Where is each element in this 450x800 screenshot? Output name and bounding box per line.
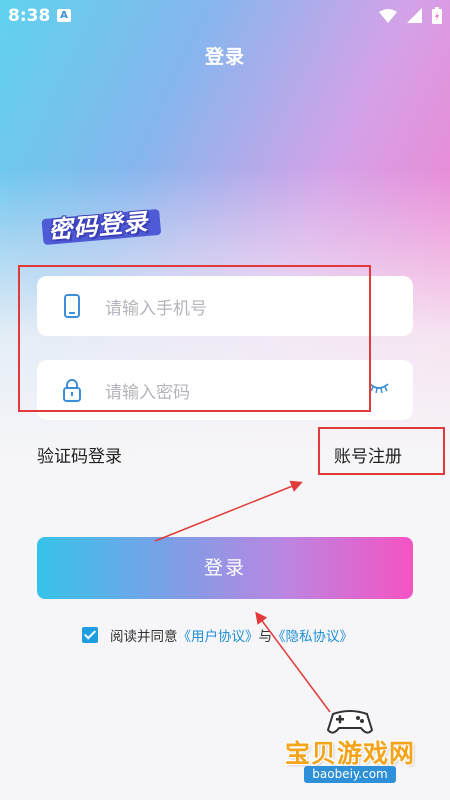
battery-icon [432,7,442,24]
watermark-logo: 宝贝游戏网 baobeiy.com [275,706,425,800]
login-button[interactable]: 登录 [37,537,413,599]
watermark-url: baobeiy.com [304,766,396,783]
page-title: 登录 [204,46,245,68]
notification-icon: A [57,9,71,22]
wifi-icon [379,8,397,23]
status-bar: 8:38 A [0,0,450,32]
status-time: 8:38 [8,6,51,26]
watermark-name: 宝贝游戏网 [284,739,415,768]
privacy-policy-link[interactable]: 《隐私协议》 [272,625,353,645]
agreement-row: 阅读并同意 《用户协议》 与 《隐私协议》 [82,625,353,645]
user-agreement-link[interactable]: 《用户协议》 [178,625,259,645]
annotation-box-register [318,427,445,475]
agreement-prefix: 阅读并同意 [110,629,178,645]
gamepad-icon [326,710,374,734]
agreement-and: 与 [258,629,273,645]
agreement-checkbox[interactable] [82,627,98,643]
eye-closed-icon[interactable] [369,382,389,394]
signal-icon [407,8,422,23]
sms-code-login-link[interactable]: 验证码登录 [37,442,122,467]
annotation-box-inputs [18,265,371,412]
